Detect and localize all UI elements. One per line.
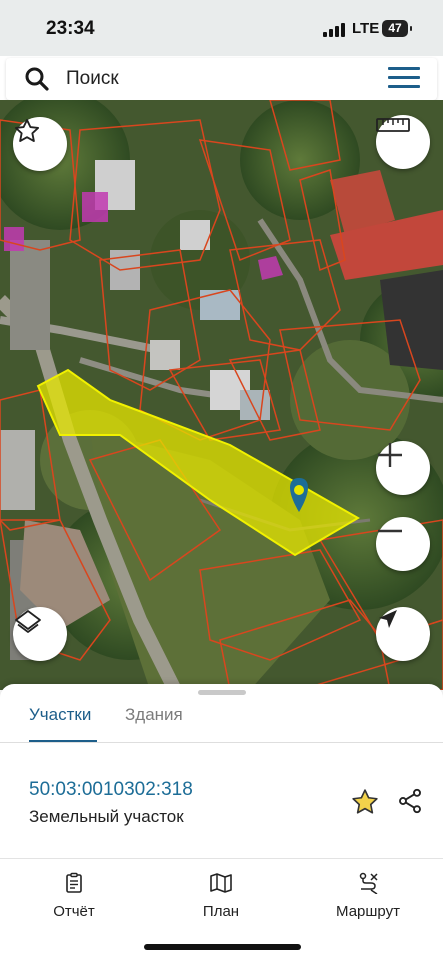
locate-icon	[379, 610, 397, 628]
battery-level: 47	[388, 21, 402, 35]
favorite-button[interactable]	[13, 117, 67, 171]
signal-icon	[323, 23, 345, 37]
measure-button[interactable]	[376, 115, 430, 169]
zoom-in-icon	[378, 443, 402, 467]
satellite-map	[0, 100, 443, 690]
parcel-cadastral-number[interactable]: 50:03:0010302:318	[29, 779, 193, 801]
ruler-icon	[376, 118, 410, 132]
search-bar[interactable]: Поиск	[6, 58, 437, 100]
star-icon	[14, 118, 40, 142]
nav-route-label: Маршрут	[336, 903, 400, 920]
search-icon[interactable]	[24, 66, 50, 92]
network-label: LTE	[352, 20, 380, 37]
status-bar: 23:34 LTE 47	[0, 0, 443, 56]
layers-icon	[15, 610, 41, 633]
zoom-out-icon	[378, 529, 402, 533]
star-icon[interactable]	[350, 787, 380, 817]
home-indicator	[144, 944, 301, 950]
tabs-divider	[0, 742, 443, 743]
nav-report-label: Отчёт	[53, 903, 95, 920]
tab-parcels[interactable]: Участки	[29, 705, 91, 725]
report-icon	[66, 872, 82, 893]
search-input[interactable]: Поиск	[66, 68, 119, 90]
bottom-sheet[interactable]: Участки Здания 50:03:0010302:318 Земельн…	[0, 684, 443, 960]
zoom-out-button[interactable]	[376, 517, 430, 571]
zoom-in-button[interactable]	[376, 441, 430, 495]
battery-icon: 47	[382, 20, 412, 37]
status-time: 23:34	[46, 18, 95, 39]
nav-plan[interactable]: План	[176, 872, 266, 920]
map-view[interactable]	[0, 100, 443, 690]
map-plan-icon	[210, 873, 232, 893]
share-icon[interactable]	[396, 787, 424, 815]
nav-route[interactable]: Маршрут	[323, 872, 413, 920]
parcel-type: Земельный участок	[29, 807, 184, 826]
layers-button[interactable]	[13, 607, 67, 661]
nav-report[interactable]: Отчёт	[29, 872, 119, 920]
tab-buildings[interactable]: Здания	[125, 705, 183, 725]
nav-plan-label: План	[202, 903, 240, 920]
route-icon	[359, 872, 378, 895]
locate-button[interactable]	[376, 607, 430, 661]
sheet-divider	[0, 858, 443, 859]
menu-icon[interactable]	[388, 67, 420, 91]
sheet-grabber[interactable]	[198, 690, 246, 695]
